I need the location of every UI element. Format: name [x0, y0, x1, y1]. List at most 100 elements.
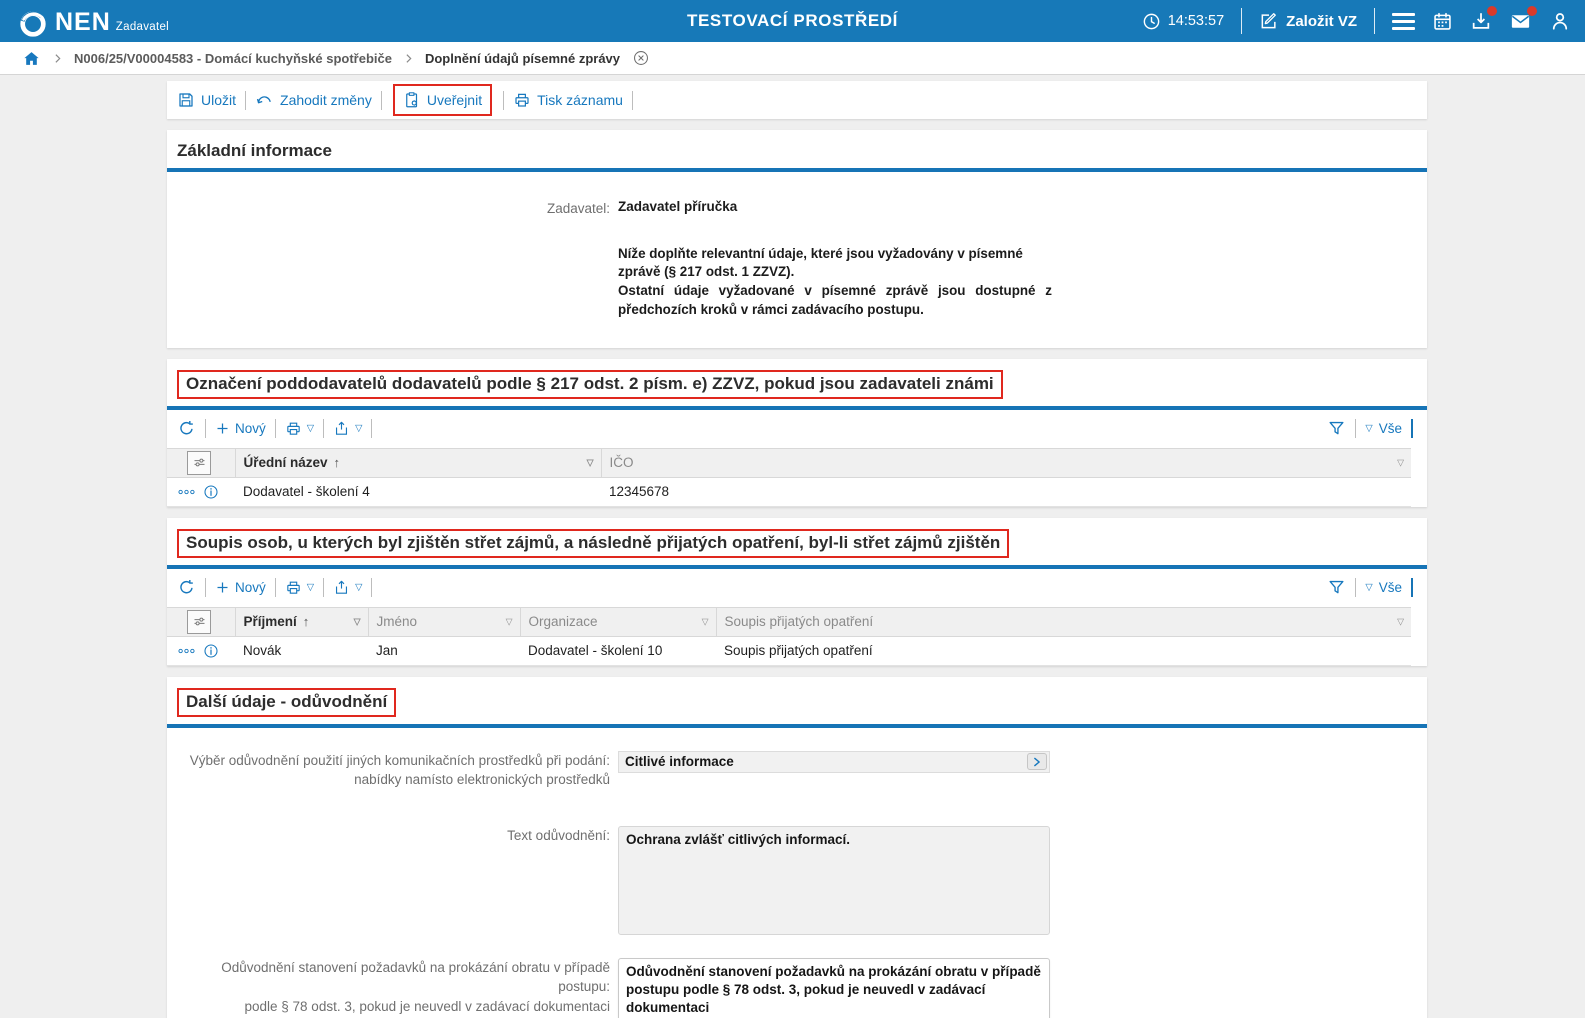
sort-asc-icon: ↑	[333, 455, 341, 471]
open-select-button[interactable]	[1027, 753, 1047, 771]
view-all-button[interactable]: Vše	[1379, 580, 1402, 595]
save-button[interactable]: Uložit	[177, 91, 236, 109]
create-vz-label: Založit VZ	[1286, 12, 1357, 30]
turnover-justification-textarea[interactable]: Odůvodnění stanovení požadavků na prokáz…	[618, 957, 1050, 1018]
column-filter-icon[interactable]: ▽	[1397, 458, 1404, 467]
table-row[interactable]: Dodavatel - školení 4 12345678	[167, 477, 1411, 507]
chevron-right-icon	[1034, 757, 1040, 766]
print-dropdown-icon: ▽	[306, 581, 315, 593]
row-info-icon[interactable]	[203, 643, 219, 659]
home-icon[interactable]	[22, 49, 41, 68]
publish-button[interactable]: Uveřejnit	[403, 91, 482, 109]
nen-logo[interactable]: NEN Zadavatel	[18, 4, 169, 39]
toolbar-divider	[274, 578, 276, 598]
column-filter-icon[interactable]: ▽	[354, 617, 361, 626]
create-vz-button[interactable]: Založit VZ	[1259, 11, 1357, 31]
column-header-official-name[interactable]: Úřední název ↑ ▽	[234, 447, 601, 478]
page-content: Uložit Zahodit změny Uveřejnit Tisk zázn…	[0, 75, 1585, 1018]
cell-official-name: Dodavatel - školení 4	[235, 477, 601, 507]
section-title-other-data: Další údaje - odůvodnění	[177, 687, 397, 717]
menu-icon[interactable]	[1392, 12, 1415, 30]
close-tab-icon[interactable]	[632, 49, 650, 67]
export-dropdown-icon: ▽	[355, 581, 363, 593]
calendar-icon[interactable]	[1432, 11, 1453, 32]
clock-icon	[1143, 13, 1160, 29]
row-info-icon[interactable]	[203, 484, 219, 500]
column-settings-cell	[167, 606, 235, 637]
row-menu-icon[interactable]	[178, 489, 195, 495]
grid-print-button[interactable]: ▽	[285, 579, 314, 596]
column-label: Organizace	[528, 614, 598, 630]
subcontractors-table: Úřední název ↑ ▽ IČO ▽ Dodavatel - škole…	[167, 447, 1411, 507]
basic-info-note: Níže doplňte relevantní údaje, které jso…	[618, 245, 1052, 320]
breadcrumb-procurement[interactable]: N006/25/V00004583 - Domácí kuchyňské spo…	[74, 51, 392, 66]
discard-changes-button[interactable]: Zahodit změny	[255, 91, 372, 110]
column-header-measures[interactable]: Soupis přijatých opatření ▽	[715, 606, 1411, 637]
column-settings-icon[interactable]	[187, 609, 211, 634]
contracting-authority-value: Zadavatel příručka	[618, 199, 738, 214]
filter-icon[interactable]	[1327, 578, 1346, 597]
cell-measures: Soupis přijatých opatření	[716, 636, 1411, 666]
downloads-button[interactable]	[1470, 6, 1497, 32]
server-time: 14:53:57	[1142, 12, 1224, 31]
refresh-icon[interactable]	[177, 419, 196, 438]
column-filter-icon[interactable]: ▽	[506, 617, 513, 626]
breadcrumb-current: Doplnění údajů písemné zprávy	[424, 50, 621, 66]
new-record-button[interactable]: Nový	[215, 421, 266, 436]
column-filter-icon[interactable]: ▽	[1397, 617, 1404, 626]
new-record-button[interactable]: Nový	[215, 580, 266, 595]
download-notification-dot	[1487, 6, 1497, 16]
grid-print-button[interactable]: ▽	[285, 420, 314, 437]
view-dropdown-icon[interactable]: ▽	[1365, 583, 1372, 593]
row-menu-icon[interactable]	[178, 648, 195, 654]
communication-reason-label: Výběr odůvodnění použití jiných komunika…	[167, 751, 610, 790]
print-record-button[interactable]: Tisk záznamu	[513, 91, 623, 109]
messages-button[interactable]	[1509, 5, 1537, 33]
section-subcontractors: Označení poddodavatelů dodavatelů podle …	[167, 358, 1427, 507]
communication-reason-select[interactable]: Citlivé informace	[618, 750, 1050, 773]
column-settings-icon[interactable]	[187, 450, 211, 475]
justification-textarea[interactable]: Ochrana zvlášť citlivých informací.	[618, 825, 1050, 935]
column-filter-icon[interactable]: ▽	[702, 617, 709, 626]
label-line-1: Odůvodnění stanovení požadavků na prokáz…	[221, 959, 610, 995]
turnover-justification-label: Odůvodnění stanovení požadavků na prokáz…	[167, 958, 610, 1017]
column-label: Úřední název	[243, 455, 328, 471]
label-line-2: podle § 78 odst. 3, pokud je neuvedl v z…	[244, 998, 611, 1014]
plus-icon	[217, 423, 228, 434]
column-label: Příjmení	[243, 614, 297, 630]
sort-asc-icon: ↑	[302, 614, 310, 630]
conflicts-grid-toolbar: Nový ▽ ▽ ▽ Vše	[167, 569, 1427, 607]
refresh-icon[interactable]	[177, 578, 196, 597]
edit-icon	[1261, 13, 1277, 29]
toolbar-end-bar	[1411, 419, 1413, 439]
filter-icon[interactable]	[1327, 419, 1346, 438]
chevron-right-icon	[51, 52, 64, 65]
logo-text: NEN	[55, 7, 111, 36]
table-header-row: Příjmení ↑ ▽ Jméno ▽ Organizace ▽ Soupis …	[167, 606, 1411, 637]
grid-export-button[interactable]: ▽	[333, 579, 362, 596]
note-line-2: Ostatní údaje vyžadované v písemné zpráv…	[618, 283, 1052, 317]
view-all-button[interactable]: Vše	[1379, 421, 1402, 436]
section-title-subcontractors: Označení poddodavatelů dodavatelů podle …	[177, 369, 1003, 399]
toolbar-divider	[323, 419, 325, 439]
toolbar-divider	[274, 419, 276, 439]
column-header-organization[interactable]: Organizace ▽	[519, 606, 716, 637]
column-header-ico[interactable]: IČO ▽	[600, 447, 1411, 478]
publish-highlight-box: Uveřejnit	[392, 84, 493, 116]
view-dropdown-icon[interactable]: ▽	[1365, 424, 1372, 434]
undo-icon	[256, 95, 271, 103]
grid-export-button[interactable]: ▽	[333, 420, 362, 437]
save-icon	[179, 93, 193, 107]
toolbar-divider	[205, 578, 206, 598]
column-label: IČO	[609, 455, 634, 471]
column-header-firstname[interactable]: Jméno ▽	[367, 606, 520, 637]
table-row[interactable]: Novák Jan Dodavatel - školení 10 Soupis …	[167, 636, 1411, 666]
print-label: Tisk záznamu	[537, 92, 623, 108]
user-icon[interactable]	[1549, 10, 1571, 32]
toolbar-divider	[245, 90, 247, 110]
note-line-1: Níže doplňte relevantní údaje, které jso…	[618, 245, 1023, 280]
nen-logo-icon	[20, 10, 46, 37]
column-header-surname[interactable]: Příjmení ↑ ▽	[234, 606, 368, 637]
toolbar-divider	[371, 419, 373, 439]
column-filter-icon[interactable]: ▽	[587, 458, 594, 467]
